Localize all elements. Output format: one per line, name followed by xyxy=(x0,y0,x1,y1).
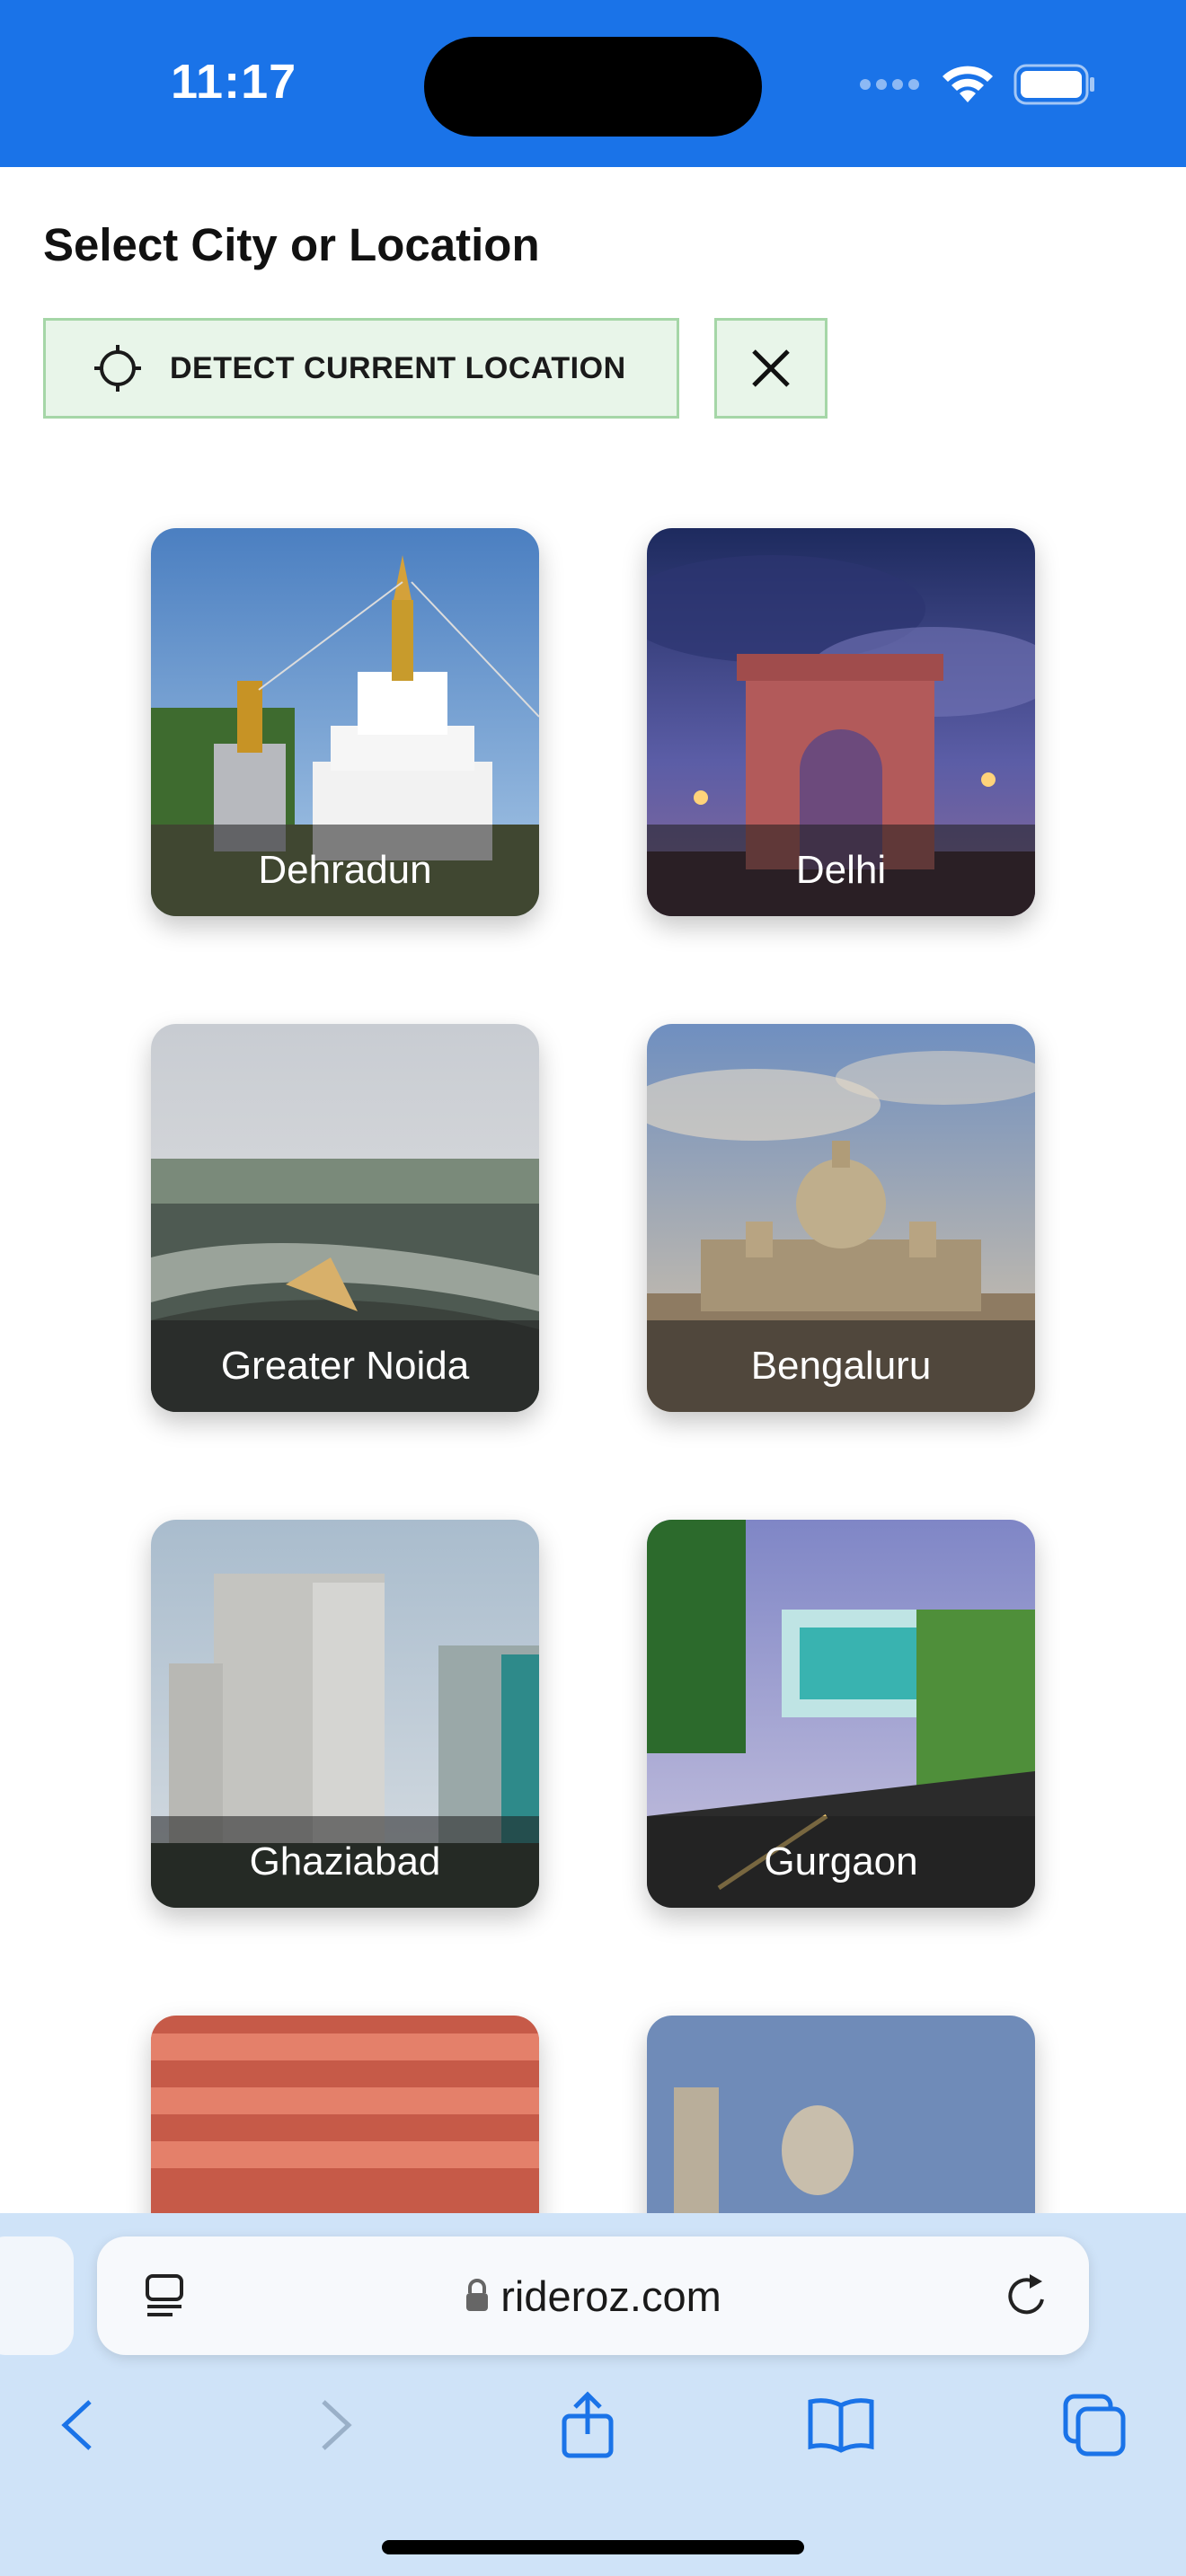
url-display: rideroz.com xyxy=(97,2236,1089,2355)
dynamic-island xyxy=(424,37,762,137)
city-name: Gurgaon xyxy=(764,1839,918,1883)
detect-location-button[interactable]: DETECT CURRENT LOCATION xyxy=(43,318,679,419)
city-card-bengaluru[interactable]: Bengaluru xyxy=(647,1024,1035,1412)
back-button[interactable] xyxy=(41,2389,113,2461)
city-label-bar: Greater Noida xyxy=(151,1320,539,1412)
status-bar: 11:17 xyxy=(0,0,1186,167)
home-indicator xyxy=(382,2540,804,2554)
city-card-greater-noida[interactable]: Greater Noida xyxy=(151,1024,539,1412)
city-label-bar: Gurgaon xyxy=(647,1816,1035,1908)
book-icon xyxy=(808,2398,874,2453)
status-time: 11:17 xyxy=(171,55,297,109)
reload-icon[interactable] xyxy=(1003,2271,1053,2321)
city-label-bar: Bengaluru xyxy=(647,1320,1035,1412)
city-card-ghaziabad[interactable]: Ghaziabad xyxy=(151,1520,539,1908)
share-icon xyxy=(562,2391,614,2458)
close-icon xyxy=(752,349,790,387)
city-label-bar: Dehradun xyxy=(151,825,539,916)
city-label-bar: Ghaziabad xyxy=(151,1816,539,1908)
crosshair-icon xyxy=(94,345,141,392)
page-title: Select City or Location xyxy=(43,219,540,270)
chevron-right-icon xyxy=(322,2400,352,2450)
forward-button[interactable] xyxy=(300,2389,372,2461)
tabs-button[interactable] xyxy=(1058,2389,1130,2461)
signal-icon xyxy=(860,79,919,90)
city-name: Delhi xyxy=(795,848,887,892)
city-name: Ghaziabad xyxy=(249,1839,441,1883)
bookmarks-button[interactable] xyxy=(805,2389,877,2461)
wifi-icon xyxy=(943,66,993,102)
address-bar[interactable]: rideroz.com xyxy=(97,2236,1089,2355)
chevron-left-icon xyxy=(61,2400,92,2450)
share-button[interactable] xyxy=(552,2389,624,2461)
tabs-icon xyxy=(1063,2394,1126,2457)
city-label-bar: Delhi xyxy=(647,825,1035,916)
city-card-dehradun[interactable]: Dehradun xyxy=(151,528,539,916)
city-name: Greater Noida xyxy=(220,1344,470,1388)
previous-tab-preview[interactable] xyxy=(0,2236,74,2355)
lock-icon xyxy=(466,2279,489,2311)
city-card-gurgaon[interactable]: Gurgaon xyxy=(647,1520,1035,1908)
city-name: Bengaluru xyxy=(750,1344,932,1388)
battery-icon xyxy=(1013,64,1094,105)
city-card-delhi[interactable]: Delhi xyxy=(647,528,1035,916)
detect-location-label: DETECT CURRENT LOCATION xyxy=(170,350,626,385)
city-name: Dehradun xyxy=(258,848,432,892)
close-button[interactable] xyxy=(714,318,828,419)
status-icons xyxy=(859,63,1096,106)
url-text: rideroz.com xyxy=(500,2272,721,2320)
